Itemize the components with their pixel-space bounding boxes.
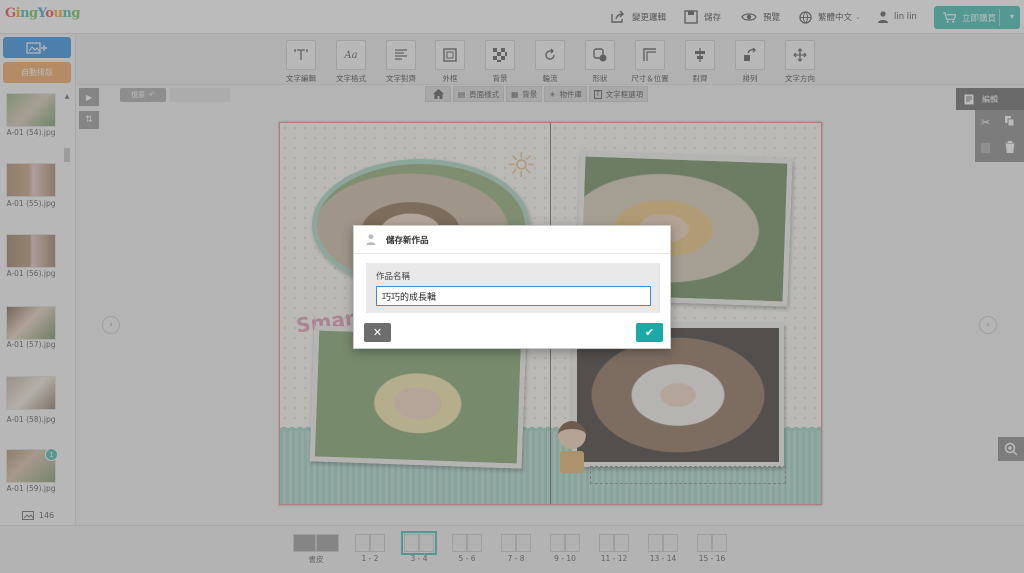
cancel-button[interactable]: ✕: [364, 323, 391, 342]
work-name-input[interactable]: [376, 286, 651, 306]
dialog-header: 儲存新作品: [354, 226, 670, 254]
close-icon: ✕: [372, 326, 383, 339]
field-label: 作品名稱: [376, 272, 411, 282]
save-new-work-dialog: 儲存新作品 作品名稱 ✕ ✔: [353, 225, 671, 349]
user-icon: [366, 234, 376, 245]
check-icon: ✔: [644, 326, 655, 339]
confirm-button[interactable]: ✔: [636, 323, 663, 342]
dialog-title: 儲存新作品: [386, 235, 429, 246]
dialog-form: 作品名稱: [366, 263, 660, 313]
